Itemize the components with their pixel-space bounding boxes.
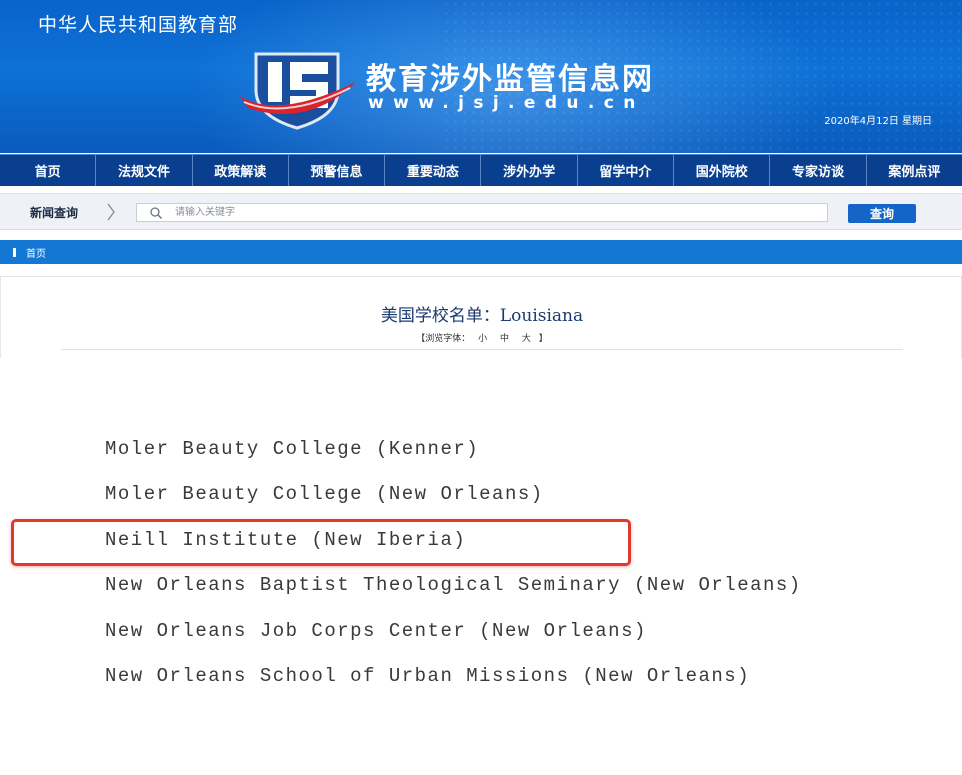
- highlight-annotation-box: [11, 519, 631, 566]
- nav-item-foreign-schools-run[interactable]: 涉外办学: [481, 155, 578, 186]
- search-input[interactable]: [175, 204, 815, 221]
- ministry-name: 中华人民共和国教育部: [38, 14, 239, 36]
- font-size-suffix: 】: [538, 334, 548, 344]
- nav-item-alerts[interactable]: 预警信息: [289, 155, 386, 186]
- breadcrumb-marker: [13, 247, 16, 257]
- chevron-right-icon: [107, 203, 115, 221]
- school-item: New Orleans School of Urban Missions (Ne…: [105, 665, 751, 687]
- nav-item-home[interactable]: 首页: [0, 155, 97, 186]
- font-size-large[interactable]: 大: [522, 334, 531, 344]
- nav-item-study-abroad-agency[interactable]: 留学中介: [578, 155, 675, 186]
- school-item: Moler Beauty College (Kenner): [105, 438, 480, 460]
- site-name: 教育涉外监管信息网: [366, 62, 654, 97]
- font-size-prefix: 【浏览字体：: [416, 334, 471, 344]
- nav-item-regulations[interactable]: 法规文件: [96, 155, 193, 186]
- site-url: www.jsj.edu.cn: [368, 93, 645, 113]
- nav-item-case-reviews[interactable]: 案例点评: [867, 155, 962, 186]
- search-button[interactable]: 查询: [848, 204, 916, 223]
- news-search-bar: 新闻查询 查询: [0, 193, 962, 230]
- breadcrumb: 首页: [0, 240, 962, 264]
- nav-item-expert-interviews[interactable]: 专家访谈: [770, 155, 867, 186]
- page-title: 美国学校名单：Louisiana: [380, 306, 584, 326]
- current-date: 2020年4月12日 星期日: [824, 116, 932, 127]
- site-banner: 中华人民共和国教育部 教育涉外监管信息网 www.jsj.edu.cn 2020…: [0, 0, 962, 153]
- article-panel: 美国学校名单：Louisiana 【浏览字体： 小 中 大 】: [0, 276, 962, 358]
- font-size-selector: 【浏览字体： 小 中 大 】: [1, 331, 962, 344]
- main-nav: 首页 法规文件 政策解读 预警信息 重要动态 涉外办学 留学中介 国外院校 专家…: [0, 154, 962, 186]
- school-item: New Orleans Job Corps Center (New Orlean…: [105, 620, 647, 642]
- search-input-wrapper: [136, 203, 828, 222]
- search-label: 新闻查询: [30, 206, 79, 220]
- school-item: Moler Beauty College (New Orleans): [105, 483, 544, 505]
- nav-item-foreign-institutions[interactable]: 国外院校: [674, 155, 771, 186]
- nav-item-news[interactable]: 重要动态: [385, 155, 482, 186]
- breadcrumb-home-link[interactable]: 首页: [26, 245, 46, 260]
- font-size-medium[interactable]: 中: [500, 334, 509, 344]
- font-size-small[interactable]: 小: [478, 334, 487, 344]
- search-icon: [150, 207, 163, 220]
- school-item: New Orleans Baptist Theological Seminary…: [105, 574, 802, 596]
- site-logo-icon[interactable]: [238, 50, 358, 130]
- nav-item-policy[interactable]: 政策解读: [193, 155, 289, 186]
- article-divider: [61, 349, 903, 350]
